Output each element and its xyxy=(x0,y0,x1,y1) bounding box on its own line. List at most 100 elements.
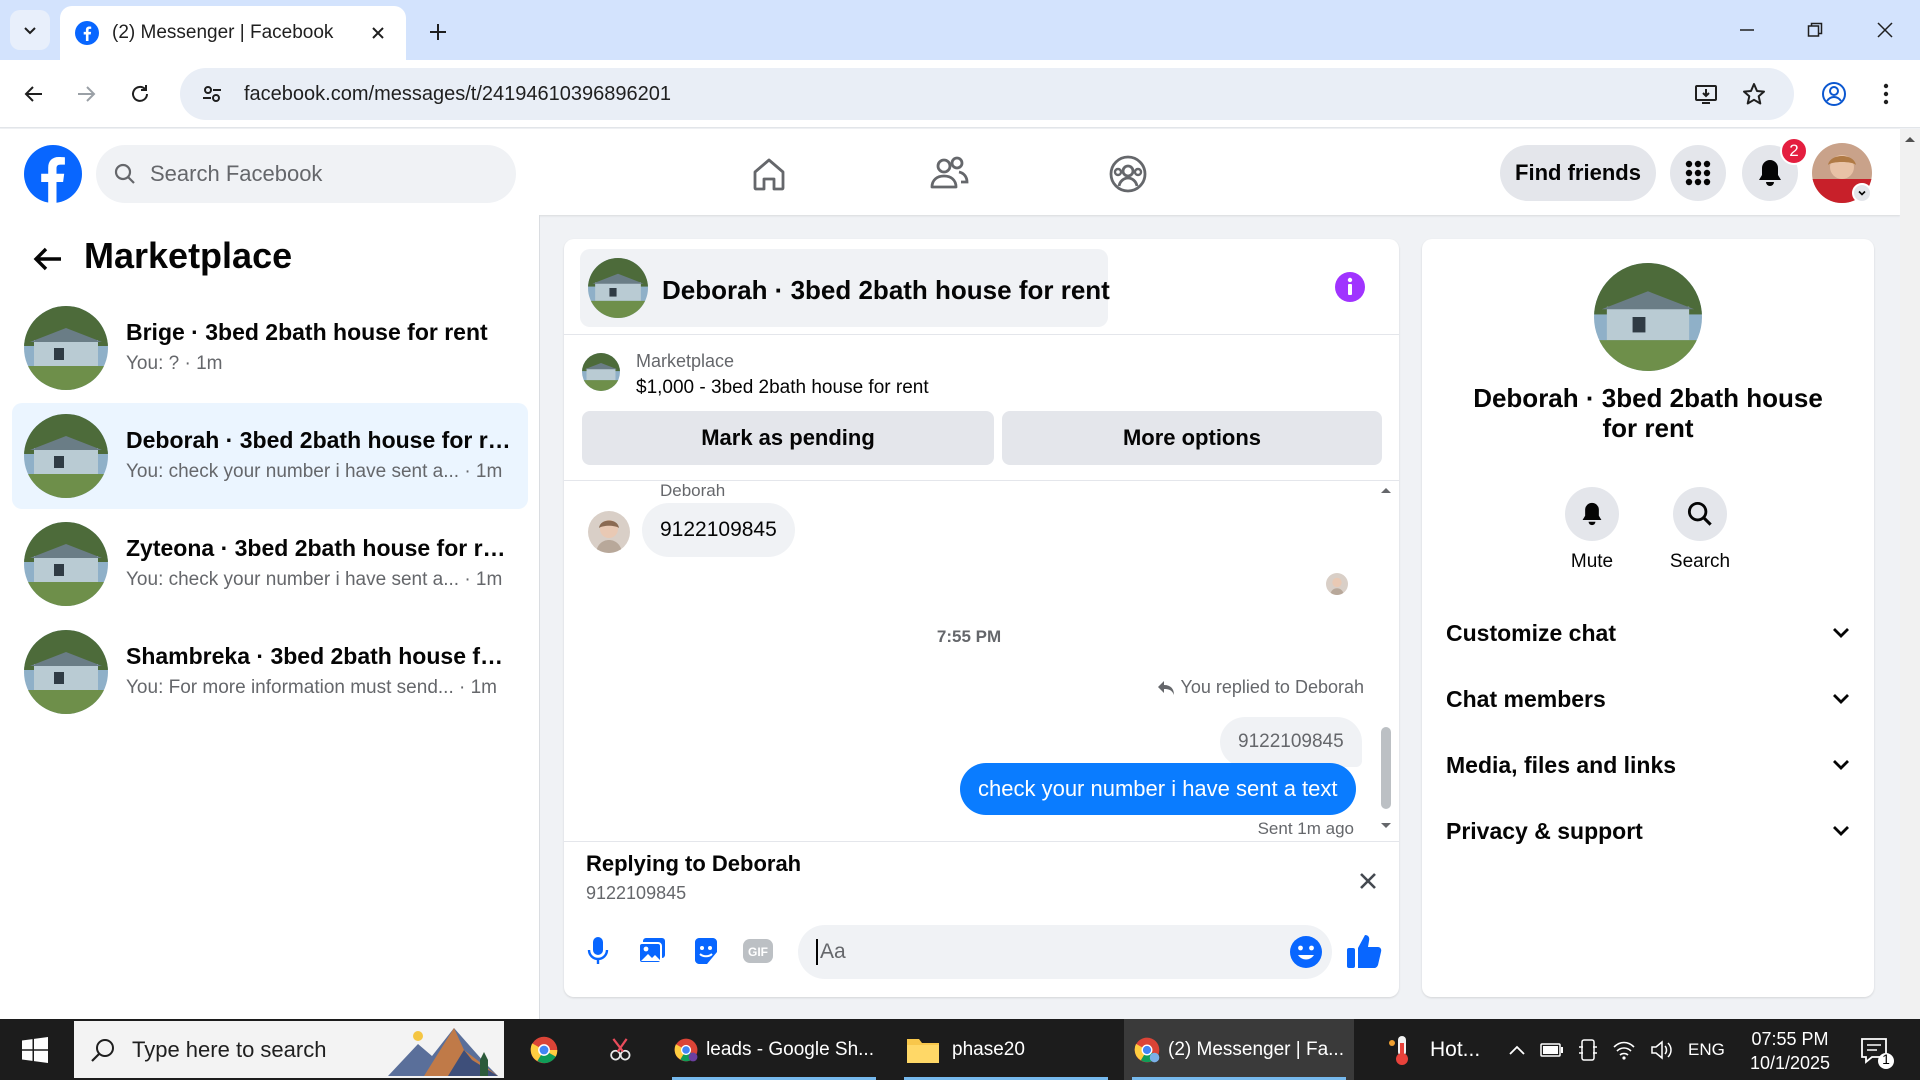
profile-button[interactable] xyxy=(1814,74,1854,114)
search-icon xyxy=(114,163,135,184)
sender-name: Deborah xyxy=(660,481,726,500)
nav-friends[interactable] xyxy=(924,149,974,199)
find-friends-button[interactable]: Find friends xyxy=(1500,145,1656,201)
more-options-button[interactable]: More options xyxy=(1002,411,1382,465)
outgoing-message[interactable]: check your number i have sent a text xyxy=(960,763,1356,815)
chat-members-row[interactable]: Chat members xyxy=(1446,671,1850,727)
menu-button[interactable] xyxy=(1670,145,1726,201)
marketplace-label: Marketplace xyxy=(636,351,735,371)
mute-action[interactable]: Mute xyxy=(1552,487,1632,573)
chat-info-name: Deborah · 3bed 2bath house for rent xyxy=(1473,383,1823,443)
media-files-links-row[interactable]: Media, files and links xyxy=(1446,737,1850,793)
reply-indicator-text: You replied to Deborah xyxy=(1180,677,1364,697)
sender-avatar[interactable] xyxy=(588,511,630,553)
snipping-tool-icon xyxy=(610,1037,631,1060)
taskbar-search-box[interactable]: Type here to search xyxy=(74,1021,504,1078)
snipping-tool-taskbar-icon[interactable] xyxy=(596,1019,644,1080)
incoming-message[interactable]: 9122109845 xyxy=(642,503,795,557)
nav-groups[interactable] xyxy=(1103,149,1153,199)
message-input[interactable]: Aa xyxy=(798,925,1332,979)
notification-center-count: 1 xyxy=(1882,1051,1890,1067)
taskbar-clock[interactable]: 07:55 PM 10/1/2025 xyxy=(1740,1027,1840,1075)
chevron-down-icon xyxy=(1833,760,1849,770)
taskbar-app-sheets[interactable]: leads - Google Sh... xyxy=(664,1019,884,1080)
url-text[interactable]: facebook.com/messages/t/2419461039689620… xyxy=(244,83,1686,106)
panel-title: Marketplace xyxy=(84,235,293,276)
conversation-item-active[interactable]: Deborah · 3bed 2bath house for rent You:… xyxy=(12,403,528,509)
search-icon xyxy=(91,1038,114,1062)
language-indicator[interactable]: ENG xyxy=(1688,1040,1725,1060)
conversation-item[interactable]: Shambreka · 3bed 2bath house for rent Yo… xyxy=(12,619,528,725)
browser-tab-active[interactable]: (2) Messenger | Facebook xyxy=(60,6,406,60)
plus-icon xyxy=(430,24,446,40)
listing-thumbnail xyxy=(582,353,620,391)
listing-title[interactable]: $1,000 - 3bed 2bath house for rent xyxy=(636,377,929,399)
mountain-illustration-icon xyxy=(388,1027,498,1076)
conversation-preview: You: check your number i have sent a... … xyxy=(126,461,503,482)
close-window-button[interactable] xyxy=(1860,8,1910,52)
nav-home[interactable] xyxy=(744,149,794,199)
bell-icon xyxy=(1759,160,1781,186)
chat-header[interactable]: Deborah · 3bed 2bath house for rent xyxy=(580,249,1110,327)
facebook-logo-icon[interactable] xyxy=(24,145,82,203)
microphone-icon xyxy=(587,937,609,964)
scroll-up-icon xyxy=(1905,137,1915,142)
page-scrollbar[interactable] xyxy=(1900,129,1920,1019)
search-icon xyxy=(1687,501,1712,526)
forward-button[interactable] xyxy=(66,74,106,114)
minimize-button[interactable] xyxy=(1722,8,1772,52)
arrow-left-icon xyxy=(33,247,61,271)
privacy-support-row[interactable]: Privacy & support xyxy=(1446,803,1850,859)
tab-close-button[interactable] xyxy=(364,19,392,47)
quoted-message[interactable]: 9122109845 xyxy=(1220,717,1362,767)
site-info-button[interactable] xyxy=(194,76,230,112)
chat-scrollbar-thumb[interactable] xyxy=(1381,727,1391,809)
conversation-item[interactable]: Zyteona · 3bed 2bath house for rent You:… xyxy=(12,511,528,617)
chat-info-avatar[interactable] xyxy=(1594,263,1702,371)
tab-search-button[interactable] xyxy=(10,10,50,50)
install-app-button[interactable] xyxy=(1686,74,1726,114)
bookmark-button[interactable] xyxy=(1734,74,1774,114)
gif-button[interactable]: GIF xyxy=(740,933,776,969)
chrome-icon xyxy=(674,1038,698,1061)
back-arrow-button[interactable] xyxy=(28,239,68,279)
emoji-icon[interactable] xyxy=(1288,934,1324,970)
windows-taskbar: Type here to search leads - Google Sh...… xyxy=(0,1019,1920,1080)
windows-logo-icon xyxy=(22,1036,48,1063)
chevron-down-icon xyxy=(24,27,36,35)
start-button[interactable] xyxy=(0,1019,70,1080)
search-action[interactable]: Search xyxy=(1660,487,1740,573)
cancel-reply-button[interactable] xyxy=(1354,867,1382,895)
search-in-chat-button[interactable] xyxy=(1673,487,1727,541)
restore-button[interactable] xyxy=(1790,8,1840,52)
taskbar-app-explorer[interactable]: phase20 xyxy=(896,1019,1116,1080)
chrome-taskbar-icon[interactable] xyxy=(520,1019,568,1080)
install-icon xyxy=(1695,85,1717,104)
taskbar-app-messenger[interactable]: (2) Messenger | Fa... xyxy=(1124,1019,1354,1080)
customize-chat-row[interactable]: Customize chat xyxy=(1446,605,1850,661)
account-menu-toggle[interactable] xyxy=(1852,183,1872,203)
voice-clip-button[interactable] xyxy=(580,933,616,969)
thumbs-up-icon[interactable] xyxy=(1344,931,1384,971)
system-tray[interactable]: ENG xyxy=(1508,1019,1725,1080)
new-tab-button[interactable] xyxy=(420,14,456,50)
mute-button[interactable] xyxy=(1565,487,1619,541)
facebook-search-input[interactable]: Search Facebook xyxy=(96,145,516,203)
back-button[interactable] xyxy=(14,74,54,114)
attach-photo-button[interactable] xyxy=(634,933,670,969)
chevron-down-icon xyxy=(1858,190,1866,196)
weather-widget[interactable]: Hot... xyxy=(1384,1019,1480,1080)
address-bar[interactable]: facebook.com/messages/t/2419461039689620… xyxy=(180,68,1794,120)
grid-menu-icon xyxy=(1685,160,1711,186)
house-photo xyxy=(1594,263,1702,371)
reload-button[interactable] xyxy=(120,74,160,114)
chrome-icon xyxy=(530,1036,558,1063)
arrow-left-icon xyxy=(24,86,42,102)
browser-menu-button[interactable] xyxy=(1866,74,1906,114)
conversation-item[interactable]: Brige · 3bed 2bath house for rent You: ?… xyxy=(12,295,528,401)
info-icon[interactable] xyxy=(1334,271,1366,303)
volume-icon xyxy=(1651,1039,1672,1060)
action-center-button[interactable]: 1 xyxy=(1858,1033,1894,1069)
mark-as-pending-button[interactable]: Mark as pending xyxy=(582,411,994,465)
sticker-button[interactable] xyxy=(688,933,724,969)
